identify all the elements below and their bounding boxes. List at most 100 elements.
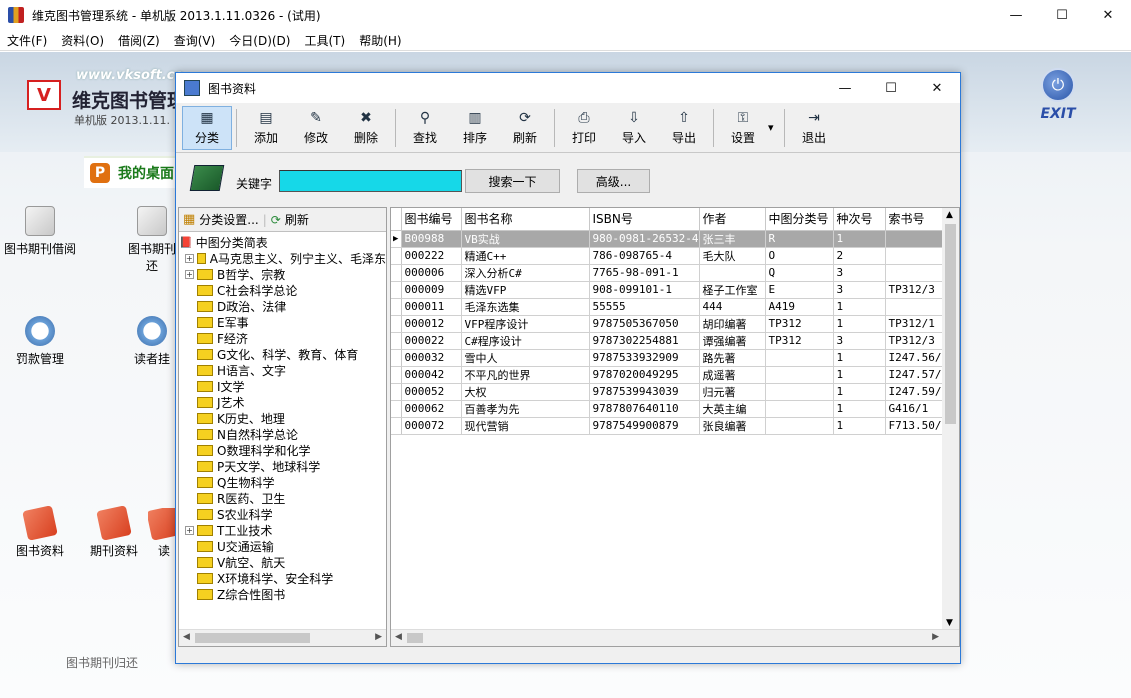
scroll-thumb[interactable]	[945, 224, 956, 424]
toolbar-print-button[interactable]: ⎙ 打印	[559, 106, 609, 150]
table-row[interactable]: 000042 不平凡的世界 9787020049295 成遥著 1 I247.57/1	[391, 366, 946, 384]
toolbar-sort-button[interactable]: ▥ 排序	[450, 106, 500, 150]
tree-node[interactable]: + T工业技术	[179, 522, 386, 538]
table-row[interactable]: 000006 深入分析C# 7765-98-091-1 Q 3	[391, 264, 946, 282]
toolbar-find-button[interactable]: ⚲ 查找	[400, 106, 450, 150]
menu-item[interactable]: 工具(T)	[297, 32, 352, 49]
search-button[interactable]: 搜索一下	[465, 169, 560, 193]
tree-node[interactable]: + B哲学、宗教	[179, 266, 386, 282]
desktop-tab[interactable]: P 我的桌面	[84, 156, 184, 188]
tree-horizontal-scrollbar[interactable]: ◀ ▶	[179, 629, 386, 646]
scroll-right-arrow-icon[interactable]: ▶	[932, 632, 939, 642]
tree-node[interactable]: N自然科学总论	[179, 426, 386, 442]
grid-vertical-scrollbar[interactable]: ▲ ▼	[942, 208, 959, 630]
scroll-up-arrow-icon[interactable]: ▲	[946, 210, 953, 220]
expand-icon[interactable]: +	[185, 525, 194, 535]
category-tree[interactable]: 📕 中图分类简表 + A马克思主义、列宁主义、毛泽东 + B哲学、宗教 C社会科学总论 D政治…	[179, 234, 386, 626]
keyword-input[interactable]	[279, 170, 462, 192]
menu-item[interactable]: 文件(F)	[0, 32, 54, 49]
tree-node[interactable]: I文学	[179, 378, 386, 394]
scroll-thumb[interactable]	[407, 633, 423, 643]
table-cell: 000062	[401, 400, 462, 418]
tree-node[interactable]: J艺术	[179, 394, 386, 410]
table-row[interactable]: 000072 现代营销 9787549900879 张良编著 1 F713.50/1	[391, 417, 946, 435]
tree-node[interactable]: P天文学、地球科学	[179, 458, 386, 474]
tree-node[interactable]: E军事	[179, 314, 386, 330]
toolbar-refresh-button[interactable]: ⟳ 刷新	[500, 106, 550, 150]
table-row[interactable]: 000062 百善孝为先 9787807640110 大英主编 1 G416/1	[391, 400, 946, 418]
expand-icon[interactable]: +	[185, 253, 194, 263]
tree-node[interactable]: U交通运输	[179, 538, 386, 554]
scroll-left-arrow-icon[interactable]: ◀	[183, 632, 190, 642]
tree-node[interactable]: S农业科学	[179, 506, 386, 522]
menu-item[interactable]: 帮助(H)	[352, 32, 408, 49]
tree-node[interactable]: K历史、地理	[179, 410, 386, 426]
toolbar-export-button[interactable]: ⇧ 导出	[659, 106, 709, 150]
scroll-thumb[interactable]	[195, 633, 310, 643]
menu-item[interactable]: 今日(D)(D)	[222, 32, 297, 49]
toolbar-add-button[interactable]: ▤ 添加	[241, 106, 291, 150]
table-row[interactable]: 000052 大权 9787539943039 归元著 1 I247.59/1	[391, 383, 946, 401]
table-row[interactable]: 000222 精通C++ 786-098765-4 毛大队 O 2	[391, 247, 946, 265]
desktop-icon[interactable]: 图书资料	[0, 505, 80, 559]
tree-node[interactable]: Q生物科学	[179, 474, 386, 490]
menu-item[interactable]: 查询(V)	[167, 32, 223, 49]
column-header[interactable]: 中图分类号	[765, 208, 834, 231]
toolbar-import-button[interactable]: ⇩ 导入	[609, 106, 659, 150]
tree-node[interactable]: H语言、文字	[179, 362, 386, 378]
column-header[interactable]: ISBN号	[589, 208, 700, 231]
column-header[interactable]: 种次号	[833, 208, 886, 231]
settings-dropdown-icon[interactable]: ▾	[768, 121, 780, 134]
menu-item[interactable]: 借阅(Z)	[111, 32, 167, 49]
scroll-left-arrow-icon[interactable]: ◀	[395, 632, 402, 642]
tree-refresh-button[interactable]: 刷新	[285, 211, 309, 228]
close-button[interactable]: ✕	[1085, 0, 1131, 30]
tree-node[interactable]: G文化、科学、教育、体育	[179, 346, 386, 362]
advanced-button[interactable]: 高级...	[577, 169, 650, 193]
tree-root[interactable]: 📕 中图分类简表	[179, 234, 386, 250]
toolbar-button-label: 修改	[303, 130, 328, 145]
tree-node[interactable]: O数理科学和化学	[179, 442, 386, 458]
desktop-icon[interactable]: 读者挂	[124, 316, 180, 367]
scroll-down-arrow-icon[interactable]: ▼	[946, 618, 953, 628]
column-header[interactable]: 作者	[699, 208, 766, 231]
table-row[interactable]: 000022 C#程序设计 9787302254881 谭强编著 TP312 3 TP312…	[391, 332, 946, 350]
maximize-button[interactable]: ☐	[1039, 0, 1085, 30]
table-row[interactable]: 000012 VFP程序设计 9787505367050 胡印编著 TP312 1 TP31…	[391, 315, 946, 333]
tree-node[interactable]: C社会科学总论	[179, 282, 386, 298]
tree-node[interactable]: X环境科学、安全科学	[179, 570, 386, 586]
desktop-icon[interactable]: 罚款管理	[0, 316, 80, 367]
expand-icon[interactable]: +	[185, 269, 194, 279]
scroll-right-arrow-icon[interactable]: ▶	[375, 632, 382, 642]
minimize-button[interactable]: —	[993, 0, 1039, 30]
desktop-icon[interactable]: 图书期刊借阅	[0, 206, 80, 257]
tree-node[interactable]: Z综合性图书	[179, 586, 386, 602]
desktop-icon[interactable]: 图书期刊还	[124, 206, 180, 274]
window-minimize-button[interactable]: —	[822, 73, 868, 103]
grid-horizontal-scrollbar[interactable]: ◀ ▶	[391, 629, 959, 646]
column-header[interactable]: 索书号	[885, 208, 946, 231]
tree-node[interactable]: V航空、航天	[179, 554, 386, 570]
exit-button[interactable]: ⏻ EXIT	[1032, 68, 1084, 122]
toolbar-edit-button[interactable]: ✎ 修改	[291, 106, 341, 150]
tree-node[interactable]: + A马克思主义、列宁主义、毛泽东	[179, 250, 386, 266]
tree-node[interactable]: D政治、法律	[179, 298, 386, 314]
window-maximize-button[interactable]: ☐	[868, 73, 914, 103]
window-close-button[interactable]: ✕	[914, 73, 960, 103]
toolbar-exit-button[interactable]: ⇥ 退出	[789, 106, 839, 150]
menu-item[interactable]: 资料(O)	[54, 32, 111, 49]
desktop-icon[interactable]: 期刊资料	[74, 505, 154, 559]
toolbar-category-button[interactable]: ▦ 分类	[182, 105, 232, 150]
column-header[interactable]: 图书名称	[461, 208, 590, 231]
tree-node[interactable]: R医药、卫生	[179, 490, 386, 506]
table-row[interactable]: 000011 毛泽东选集 55555 444 A419 1	[391, 298, 946, 316]
category-settings-button[interactable]: 分类设置...	[199, 211, 258, 228]
table-row[interactable]: ▶ B00988 VB实战 980-0981-26532-4 张三丰 R 1	[391, 230, 946, 248]
toolbar-delete-button[interactable]: ✖ 删除	[341, 106, 391, 150]
column-header[interactable]: 图书编号	[401, 208, 462, 231]
table-row[interactable]: 000009 精选VFP 908-099101-1 柽子工作室 E 3 TP312/3	[391, 281, 946, 299]
toolbar-button-label: 退出	[801, 130, 826, 145]
toolbar-settings-button[interactable]: ⚿ 设置	[718, 106, 768, 150]
table-row[interactable]: 000032 雪中人 9787533932909 路先著 1 I247.56/1	[391, 349, 946, 367]
tree-node[interactable]: F经济	[179, 330, 386, 346]
